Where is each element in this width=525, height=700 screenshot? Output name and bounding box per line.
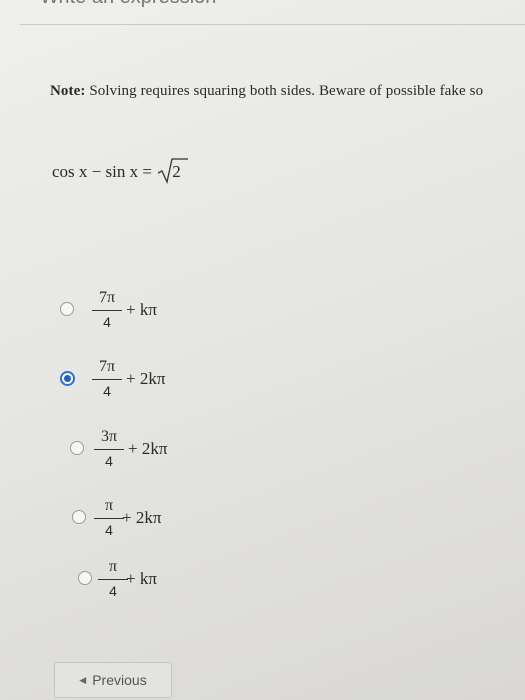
answer-option-4[interactable]: π 4 + 2kπ — [72, 496, 232, 542]
option-term: + 2kπ — [126, 369, 166, 388]
fraction-denominator: 4 — [105, 453, 113, 469]
sqrt: 2 — [158, 158, 189, 184]
note-text: Note: Solving requires squaring both sid… — [50, 83, 483, 100]
fraction: 7π 4 — [92, 288, 122, 331]
fraction-bar — [92, 310, 122, 311]
option-term: + kπ — [126, 569, 157, 588]
fraction-bar — [94, 518, 124, 519]
radio-button[interactable] — [60, 302, 74, 316]
divider — [20, 24, 525, 25]
fraction: 3π 4 — [94, 427, 124, 470]
fraction-numerator: 7π — [98, 358, 116, 375]
answer-option-1[interactable]: 7π 4 + kπ — [60, 288, 220, 334]
equation: cos x − sin x = 2 — [52, 158, 189, 184]
fraction-numerator: π — [104, 497, 114, 514]
radio-button-selected[interactable] — [60, 371, 75, 386]
fraction-bar — [94, 449, 124, 450]
fraction-numerator: π — [108, 558, 118, 575]
answer-option-2[interactable]: 7π 4 + 2kπ — [60, 357, 220, 403]
equation-lhs: cos x − sin x = — [52, 162, 157, 181]
fraction-numerator: 7π — [98, 289, 116, 306]
instruction-text-cut: Write an expression — [40, 0, 216, 9]
note-label: Note: — [50, 83, 86, 99]
fraction-denominator: 4 — [103, 314, 111, 330]
chevron-left-icon: ◀ — [79, 674, 87, 685]
answer-option-5[interactable]: π 4 + kπ — [78, 557, 238, 603]
fraction-denominator: 4 — [105, 522, 113, 538]
fraction: 7π 4 — [92, 357, 122, 400]
answer-option-3[interactable]: 3π 4 + 2kπ — [70, 427, 230, 473]
fraction: π 4 — [98, 557, 128, 600]
radio-button[interactable] — [78, 571, 92, 585]
option-term: + kπ — [126, 300, 157, 319]
fraction-denominator: 4 — [109, 583, 117, 599]
radio-button[interactable] — [70, 441, 84, 455]
fraction-numerator: 3π — [100, 428, 118, 445]
fraction-bar — [98, 579, 128, 580]
radicand: 2 — [172, 162, 181, 181]
previous-button[interactable]: ◀ Previous — [54, 662, 172, 698]
fraction-denominator: 4 — [103, 383, 111, 399]
fraction: π 4 — [94, 496, 124, 539]
note-body: Solving requires squaring both sides. Be… — [89, 83, 484, 99]
fraction-bar — [92, 379, 122, 380]
option-term: + 2kπ — [122, 508, 162, 527]
previous-label: Previous — [92, 672, 147, 688]
option-term: + 2kπ — [128, 439, 168, 458]
radio-button[interactable] — [72, 510, 86, 524]
